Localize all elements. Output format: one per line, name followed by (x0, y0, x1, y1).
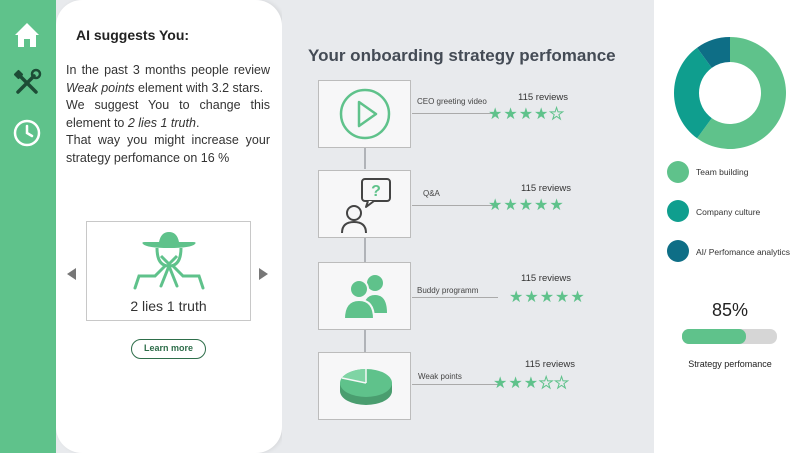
step-reviews: 115 reviews (521, 273, 571, 284)
step-label-line (412, 113, 498, 114)
legend-label: AI/ Perfomance analytics (696, 247, 791, 257)
step-reviews: 115 reviews (521, 183, 571, 194)
star-filled-icon: ★ (509, 289, 525, 306)
star-filled-icon: ★ (570, 289, 586, 306)
analytics-panel: Team building Company culture AI/ Perfom… (654, 0, 806, 453)
suggestion-card-label: 2 lies 1 truth (130, 298, 207, 314)
step-q-and-a[interactable]: ? (318, 170, 411, 238)
step-buddy-programm[interactable] (318, 262, 411, 330)
star-filled-icon: ★ (534, 106, 550, 123)
step-label: Buddy programm (417, 286, 479, 295)
step-label-line (412, 205, 498, 206)
star-filled-icon: ★ (555, 289, 571, 306)
suggestion-text-part: That way you might increase your strateg… (66, 133, 270, 165)
star-empty-icon: ★ (549, 106, 565, 123)
star-empty-icon: ★ (539, 375, 555, 392)
page-title: Your onboarding strategy perfomance (308, 46, 616, 65)
star-filled-icon: ★ (534, 197, 550, 214)
suggestion-text-part: . (195, 115, 200, 130)
performance-bar (682, 329, 777, 344)
performance-percent: 85% (712, 300, 749, 320)
question-person-icon: ? (341, 178, 391, 234)
star-filled-icon: ★ (503, 197, 519, 214)
suggestion-text-emphasis: 2 lies 1 truth (127, 115, 196, 130)
star-filled-icon: ★ (508, 375, 524, 392)
star-filled-icon: ★ (523, 375, 540, 392)
step-reviews: 115 reviews (525, 359, 575, 370)
step-label: Q&A (423, 189, 440, 198)
star-rating: ★★★★★ (509, 290, 586, 306)
step-label-line (412, 384, 498, 385)
learn-more-button[interactable]: Learn more (131, 339, 206, 359)
step-label: Weak points (418, 372, 462, 381)
cowboy-icon (133, 232, 205, 290)
suggestion-card[interactable]: 2 lies 1 truth (86, 221, 251, 321)
step-label-line (412, 297, 498, 298)
star-filled-icon: ★ (503, 106, 519, 123)
pie-chart-icon (340, 369, 392, 405)
people-icon (342, 275, 387, 320)
legend-label: Company culture (696, 207, 761, 217)
suggestion-text-part: element with 3.2 stars. (134, 80, 264, 95)
legend-label: Team building (696, 167, 749, 177)
star-rating: ★★★★★ (488, 106, 565, 123)
legend-dot (667, 240, 689, 262)
legend-dot (667, 161, 689, 183)
star-filled-icon: ★ (493, 375, 509, 392)
ai-suggestion-text: In the past 3 months people review Weak … (66, 62, 270, 167)
carousel-prev-arrow[interactable] (67, 268, 76, 280)
donut-chart (674, 37, 786, 149)
star-filled-icon: ★ (488, 106, 504, 123)
performance-bar-fill (682, 329, 746, 344)
svg-text:?: ? (371, 183, 381, 200)
carousel-next-arrow[interactable] (259, 268, 268, 280)
star-filled-icon: ★ (539, 289, 556, 306)
step-weak-points[interactable] (318, 352, 411, 420)
donut-segment-1 (674, 47, 712, 139)
star-rating: ★★★★★ (493, 375, 570, 392)
connector-line (364, 238, 366, 262)
star-filled-icon: ★ (524, 289, 540, 306)
suggestion-text-emphasis: Weak points (66, 80, 135, 95)
star-filled-icon: ★ (549, 197, 565, 214)
performance-label: Strategy perfomance (688, 359, 772, 369)
legend-dot (667, 200, 689, 222)
step-ceo-greeting-video[interactable] (318, 80, 411, 148)
star-filled-icon: ★ (518, 197, 535, 214)
step-label: CEO greeting video (417, 97, 487, 106)
sidebar (0, 0, 56, 453)
ai-panel-title: AI suggests You: (76, 27, 190, 43)
star-filled-icon: ★ (488, 197, 504, 214)
star-empty-icon: ★ (554, 375, 570, 392)
star-rating: ★★★★★ (488, 198, 565, 214)
star-filled-icon: ★ (518, 106, 535, 123)
clock-icon[interactable] (12, 118, 42, 148)
connector-line (364, 330, 366, 352)
tools-icon[interactable] (12, 68, 42, 98)
home-icon[interactable] (12, 20, 42, 50)
connector-line (364, 147, 366, 169)
step-reviews: 115 reviews (518, 92, 568, 103)
suggestion-text-part: In the past 3 months people review (66, 63, 270, 77)
strategy-performance-section: Your onboarding strategy perfomance CEO … (282, 0, 654, 453)
play-icon (339, 88, 391, 140)
